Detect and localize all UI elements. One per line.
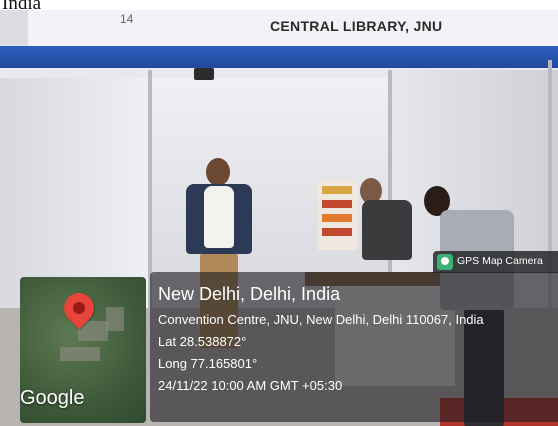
person-behind-table xyxy=(356,178,416,278)
person-torso xyxy=(362,200,412,260)
map-pin-icon xyxy=(437,254,453,270)
map-thumbnail: Google xyxy=(20,277,146,423)
google-logo: Google xyxy=(20,387,85,409)
location-info-panel: New Delhi, Delhi, India Convention Centr… xyxy=(150,272,558,422)
book xyxy=(322,228,352,236)
blue-fascia xyxy=(0,46,558,68)
stall-sign-text: CENTRAL LIBRARY, JNU xyxy=(270,18,443,34)
book xyxy=(322,186,352,194)
spot-lamp-icon xyxy=(194,68,214,80)
person-shirt xyxy=(204,186,234,248)
stall-sign-board: 14 CENTRAL LIBRARY, JNU xyxy=(28,10,558,48)
address-text: Convention Centre, JNU, New Delhi, Delhi… xyxy=(158,312,484,327)
latitude-text: Lat 28.538872° xyxy=(158,334,247,349)
caption-text: India xyxy=(2,0,42,14)
book-rack xyxy=(318,180,358,250)
stall-number: 14 xyxy=(120,12,134,26)
map-building xyxy=(60,347,100,361)
timestamp-text: 24/11/22 10:00 AM GMT +05:30 xyxy=(158,378,343,393)
gps-badge-label: GPS Map Camera xyxy=(457,255,543,267)
map-building xyxy=(106,307,124,331)
book xyxy=(322,214,352,222)
gps-map-camera-badge: GPS Map Camera xyxy=(433,251,558,273)
page: India 14 CENTRAL LIBRARY, JNU GPS Map Ca… xyxy=(0,0,558,426)
longitude-text: Long 77.165801° xyxy=(158,356,258,371)
person-head xyxy=(206,158,230,186)
book xyxy=(322,200,352,208)
location-title: New Delhi, Delhi, India xyxy=(158,284,341,304)
